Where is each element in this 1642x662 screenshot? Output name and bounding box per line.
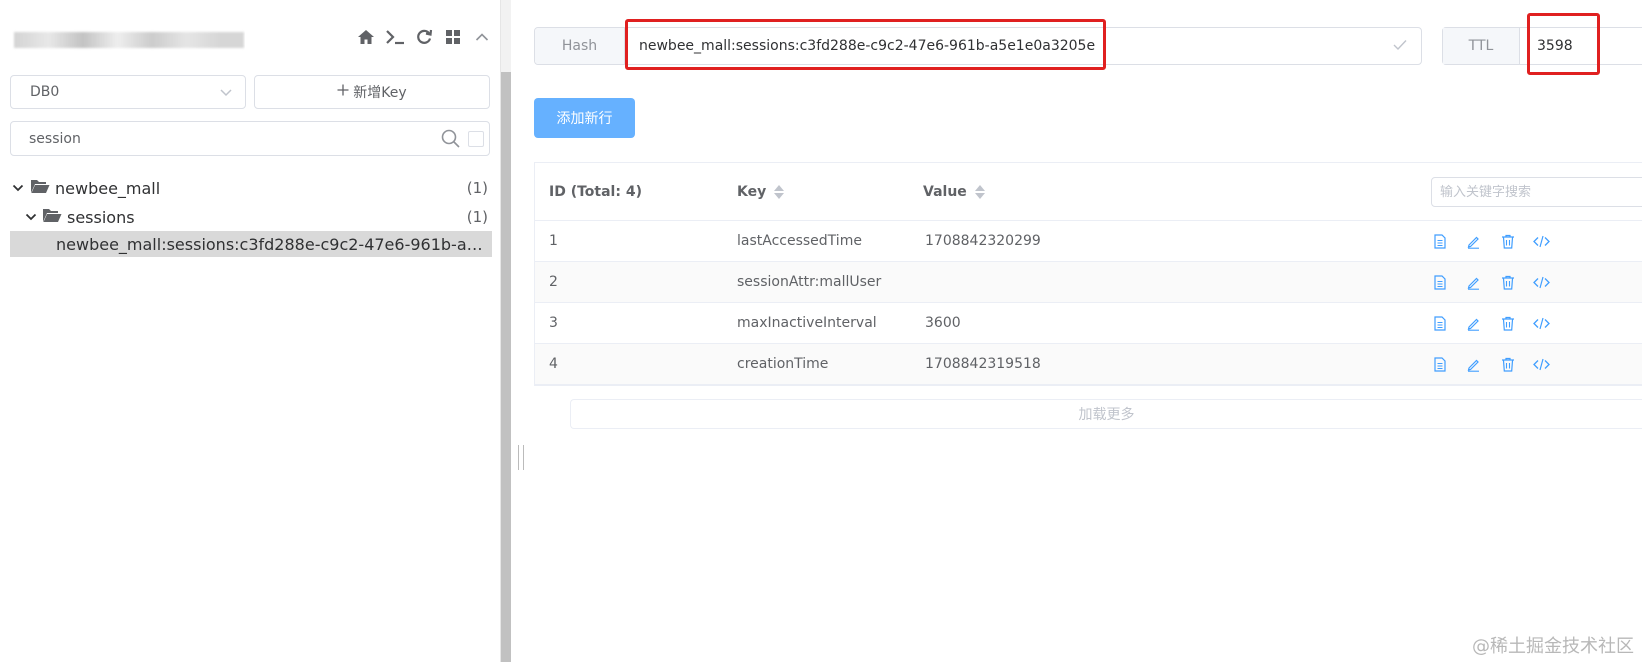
code-icon[interactable]: [1531, 354, 1552, 375]
tree-folder-label: sessions: [67, 207, 135, 227]
new-key-button[interactable]: 新增Key: [254, 75, 490, 109]
column-header-value-label: Value: [923, 184, 967, 200]
key-filter-input[interactable]: [29, 122, 409, 155]
cell-key: maxInactiveInterval: [737, 315, 877, 331]
table-row: 4 creationTime 1708842319518: [535, 344, 1642, 385]
tree-folder-newbee-mall[interactable]: newbee_mall (1): [10, 175, 492, 201]
folder-open-icon: [30, 178, 50, 198]
tree-key-item[interactable]: newbee_mall:sessions:c3fd288e-c9c2-47e6-…: [10, 231, 492, 257]
hash-table: ID (Total: 4) Key Value 1 lastAccessedTi…: [534, 162, 1642, 386]
row-actions: [1429, 262, 1552, 302]
check-icon[interactable]: [1393, 39, 1407, 55]
view-icon[interactable]: [1429, 313, 1450, 334]
new-key-button-label: 新增Key: [353, 85, 407, 101]
sort-icon[interactable]: [974, 185, 985, 199]
cell-id: 1: [549, 233, 558, 249]
cell-id: 3: [549, 315, 558, 331]
tree-folder-count: (1): [466, 179, 488, 197]
cell-key: creationTime: [737, 356, 829, 372]
table-row: 2 sessionAttr:mallUser: [535, 262, 1642, 303]
table-header: ID (Total: 4) Key Value: [535, 163, 1642, 221]
tree-folder-sessions[interactable]: sessions (1): [10, 204, 492, 230]
load-more-button[interactable]: 加载更多: [570, 399, 1642, 429]
edit-icon[interactable]: [1463, 313, 1484, 334]
scrollbar-thumb[interactable]: [501, 72, 511, 662]
delete-icon[interactable]: [1497, 272, 1518, 293]
view-icon[interactable]: [1429, 231, 1450, 252]
view-icon[interactable]: [1429, 354, 1450, 375]
panel-scrollbar[interactable]: [500, 0, 511, 662]
resize-handle[interactable]: [518, 445, 524, 470]
search-icon[interactable]: [441, 129, 460, 152]
edit-icon[interactable]: [1463, 231, 1484, 252]
chevron-down-icon: [25, 208, 37, 227]
table-row: 1 lastAccessedTime 1708842320299: [535, 221, 1642, 262]
tree-folder-label: newbee_mall: [55, 178, 161, 198]
row-actions: [1429, 344, 1552, 384]
column-header-id: ID (Total: 4): [549, 163, 642, 221]
ttl-label: TTL: [1443, 28, 1520, 64]
tree-folder-count: (1): [466, 208, 488, 226]
cell-value: 1708842319518: [925, 356, 1041, 372]
cell-id: 4: [549, 356, 558, 372]
code-icon[interactable]: [1531, 313, 1552, 334]
column-header-id-label: ID (Total: 4): [549, 184, 642, 200]
left-panel: DB0 新增Key newbee_mall (1) s: [0, 0, 500, 662]
connection-toolbar: [356, 26, 492, 48]
highlight-box-ttl: [1527, 13, 1600, 75]
row-actions: [1429, 221, 1552, 261]
folder-open-icon: [42, 207, 62, 227]
cell-key: lastAccessedTime: [737, 233, 862, 249]
chevron-down-icon: [12, 179, 24, 198]
tree-key-label: newbee_mall:sessions:c3fd288e-c9c2-47e6-…: [56, 234, 486, 254]
table-search-input[interactable]: [1431, 177, 1642, 207]
refresh-icon[interactable]: [414, 27, 434, 47]
key-type-label: Hash: [535, 28, 625, 64]
add-row-button[interactable]: 添加新行: [534, 98, 635, 138]
code-icon[interactable]: [1531, 272, 1552, 293]
delete-icon[interactable]: [1497, 231, 1518, 252]
sort-icon[interactable]: [774, 185, 785, 199]
plus-icon: [337, 84, 349, 100]
redacted-connection-name: [14, 32, 244, 48]
connection-name[interactable]: [10, 26, 245, 52]
cell-value: 3600: [925, 315, 961, 331]
terminal-icon[interactable]: [385, 27, 405, 47]
delete-icon[interactable]: [1497, 313, 1518, 334]
table-row: 3 maxInactiveInterval 3600: [535, 303, 1642, 344]
row-actions: [1429, 303, 1552, 343]
exact-match-checkbox[interactable]: [468, 131, 484, 147]
edit-icon[interactable]: [1463, 354, 1484, 375]
home-icon[interactable]: [356, 27, 376, 47]
db-select-value: DB0: [30, 84, 60, 100]
column-header-value[interactable]: Value: [923, 163, 985, 221]
edit-icon[interactable]: [1463, 272, 1484, 293]
cell-key: sessionAttr:mallUser: [737, 274, 882, 290]
code-icon[interactable]: [1531, 231, 1552, 252]
key-filter: [10, 121, 490, 156]
cell-value: 1708842320299: [925, 233, 1041, 249]
collapse-up-icon[interactable]: [472, 27, 492, 47]
watermark: @稀土掘金技术社区: [1472, 636, 1634, 657]
chevron-down-icon: [219, 85, 233, 103]
delete-icon[interactable]: [1497, 354, 1518, 375]
highlight-box-key: [625, 19, 1106, 70]
column-header-key-label: Key: [737, 184, 767, 200]
view-icon[interactable]: [1429, 272, 1450, 293]
db-select[interactable]: DB0: [10, 75, 246, 109]
cell-id: 2: [549, 274, 558, 290]
grid-icon[interactable]: [443, 27, 463, 47]
column-header-key[interactable]: Key: [737, 163, 785, 221]
